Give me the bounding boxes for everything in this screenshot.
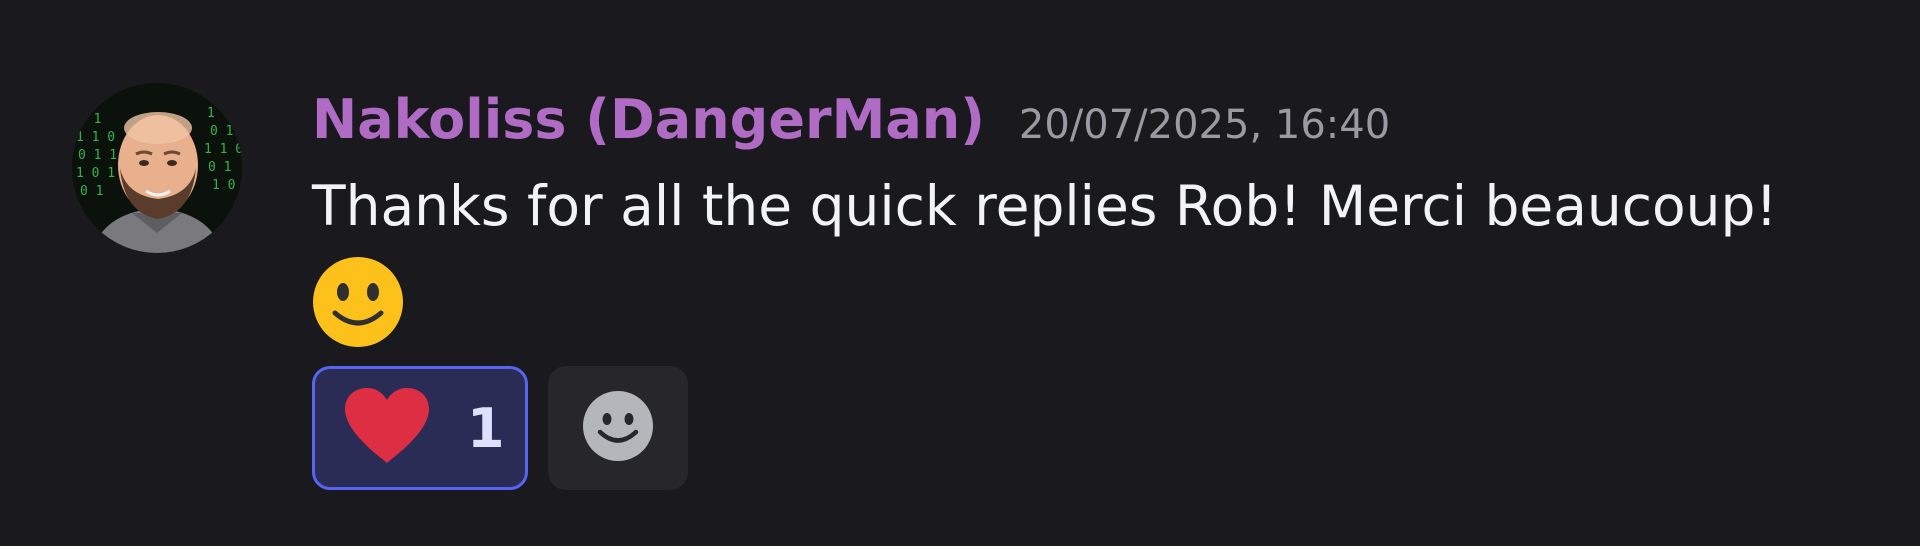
message-text: Thanks for all the quick replies Rob! Me…	[312, 174, 1778, 238]
chat-message: 0 1 1 1 0 0 1 1 1 0 1 0 1 1 0 0 1 1 1 0 …	[0, 0, 1920, 546]
svg-text:1 1 0: 1 1 0	[204, 142, 242, 157]
avatar-portrait-image: 0 1 1 1 0 0 1 1 1 0 1 0 1 1 0 0 1 1 1 0 …	[72, 83, 242, 253]
message-timestamp[interactable]: 20/07/2025, 16:40	[1019, 102, 1390, 148]
svg-text:0 1: 0 1	[210, 124, 233, 139]
message-header: Nakoliss (DangerMan) 20/07/2025, 16:40	[312, 88, 1390, 151]
svg-text:0 1: 0 1	[80, 184, 103, 199]
reaction-count: 1	[467, 396, 505, 460]
svg-text:0 1 1: 0 1 1	[78, 148, 117, 163]
svg-text:1 1 0: 1 1 0	[76, 130, 115, 145]
heart-reaction-button[interactable]: 1	[312, 366, 528, 490]
svg-text:1 0 1: 1 0 1	[76, 166, 115, 181]
username[interactable]: Nakoliss (DangerMan)	[312, 88, 985, 151]
slightly-smiling-face-icon	[311, 255, 405, 349]
red-heart-icon	[343, 387, 431, 469]
svg-text:1 0: 1 0	[212, 178, 235, 193]
svg-text:0 1: 0 1	[78, 112, 101, 127]
svg-text:1 0: 1 0	[207, 106, 230, 121]
user-avatar[interactable]: 0 1 1 1 0 0 1 1 1 0 1 0 1 1 0 0 1 1 1 0 …	[72, 83, 242, 253]
reactions-bar: 1	[312, 366, 688, 490]
add-reaction-smiley-icon	[581, 389, 655, 467]
add-reaction-button[interactable]	[548, 366, 688, 490]
svg-text:0 1: 0 1	[208, 160, 231, 175]
